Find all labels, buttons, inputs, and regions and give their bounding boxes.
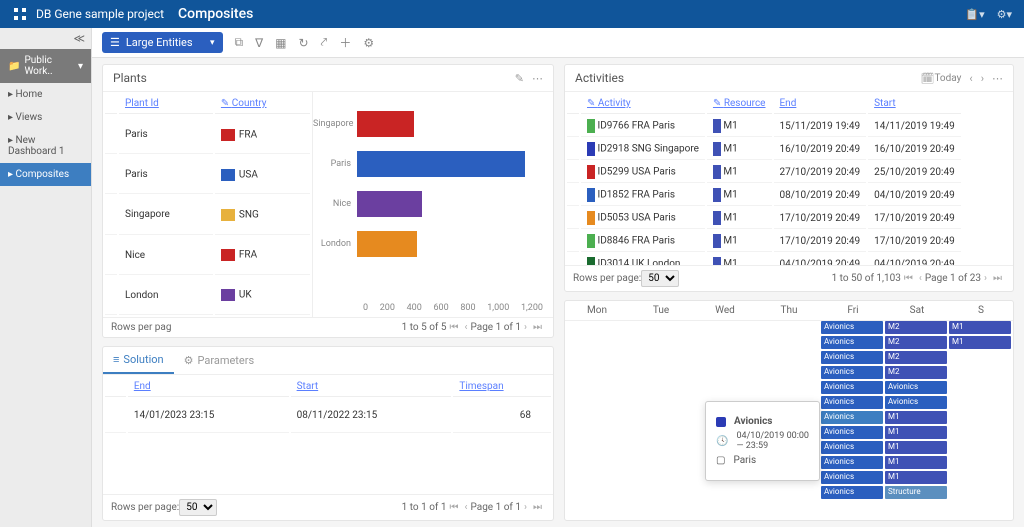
calendar-day-header: S [949, 301, 1013, 320]
calendar-event[interactable]: Avionics [821, 366, 883, 379]
tab-solution[interactable]: ≡ Solution [103, 347, 174, 374]
location-icon: ▢ [716, 455, 725, 466]
calendar-event[interactable]: Avionics [821, 471, 883, 484]
settings-icon[interactable]: ⚙ [363, 36, 374, 50]
calendar-event[interactable]: Avionics [821, 381, 883, 394]
calendar-event[interactable]: M2 [885, 336, 947, 349]
table-row[interactable]: ParisUSA [105, 156, 310, 194]
activities-title: Activities [575, 71, 624, 85]
refresh-icon[interactable]: ↻ [298, 36, 308, 50]
color-swatch-icon [716, 417, 726, 427]
gear-icon[interactable]: ⚙▾ [997, 8, 1012, 21]
event-popup: Avionics 🕓04/10/2019 00:00 — 23:59 ▢Pari… [705, 401, 820, 481]
calendar-event[interactable]: M1 [885, 471, 947, 484]
prev-page-icon[interactable]: ‹ [464, 322, 467, 333]
calendar-event[interactable]: Avionics [821, 351, 883, 364]
calendar-event[interactable]: M2 [885, 366, 947, 379]
add-icon[interactable]: ＋ [339, 34, 351, 51]
plants-title: Plants [113, 71, 147, 85]
calendar-event[interactable]: Avionics [821, 411, 883, 424]
calendar-event[interactable]: M1 [885, 456, 947, 469]
calendar-event[interactable]: M1 [885, 441, 947, 454]
calendar-event[interactable]: Avionics [821, 336, 883, 349]
last-page-icon[interactable]: ⏭ [533, 322, 542, 333]
calendar-day-header: Fri [821, 301, 885, 320]
rows-per-page-select[interactable]: 50 [641, 270, 679, 287]
table-row[interactable]: SingaporeSNG [105, 196, 310, 234]
calendar-event[interactable]: M1 [885, 411, 947, 424]
tab-parameters[interactable]: ⚙ Parameters [174, 347, 265, 374]
sidebar-item-new-dashboard-1[interactable]: ▸ New Dashboard 1 [0, 129, 91, 163]
table-row[interactable]: NiceFRA [105, 237, 310, 275]
calendar-event[interactable]: M1 [885, 426, 947, 439]
project-name: DB Gene sample project [36, 7, 164, 21]
calendar-day-header: Sat [885, 301, 949, 320]
calendar-day-header: Wed [693, 301, 757, 320]
share-icon[interactable]: ⤤ [321, 35, 328, 50]
table-row[interactable]: ID2918 SNG Singapore M116/10/2019 20:491… [567, 139, 961, 160]
calendar-event[interactable]: M1 [949, 336, 1011, 349]
prev-icon[interactable]: ‹ [969, 72, 972, 85]
app-logo-icon [12, 6, 28, 22]
sidebar-item-home[interactable]: ▸ Home [0, 83, 91, 106]
calendar-event[interactable]: Avionics [885, 381, 947, 394]
clock-icon: 🕓 [716, 436, 728, 447]
table-row[interactable]: LondonUK [105, 277, 310, 315]
calendar-event[interactable]: Avionics [821, 396, 883, 409]
calendar-event[interactable]: Avionics [821, 456, 883, 469]
calendar-event[interactable]: Avionics [821, 426, 883, 439]
calendar-event[interactable]: Avionics [821, 321, 883, 334]
table-row[interactable]: ID1852 FRA Paris M108/10/2019 20:4904/10… [567, 185, 961, 206]
calendar-day-header: Thu [757, 301, 821, 320]
entity-dropdown[interactable]: ☰ Large Entities [102, 32, 223, 53]
calendar-event[interactable]: Avionics [885, 396, 947, 409]
table-row[interactable]: ParisFRA [105, 116, 310, 154]
copy-icon[interactable]: ⧉ [235, 35, 244, 50]
table-row[interactable]: ID5053 USA Paris M117/10/2019 20:4917/10… [567, 208, 961, 229]
calendar-event[interactable]: M1 [949, 321, 1011, 334]
table-row[interactable]: ID5299 USA Paris M127/10/2019 20:4925/10… [567, 162, 961, 183]
rows-per-page-label: Rows per pag [111, 322, 171, 333]
more-icon[interactable]: ⋯ [992, 72, 1003, 85]
page-title: Composites [178, 6, 253, 22]
calendar-day-header: Mon [565, 301, 629, 320]
calendar-event[interactable]: M2 [885, 351, 947, 364]
clipboard-icon[interactable]: 📋▾ [965, 8, 984, 21]
rows-per-page-select[interactable]: 50 [179, 499, 217, 516]
first-page-icon[interactable]: ⏮ [449, 322, 458, 333]
table-row[interactable]: ID3014 UK London M104/10/2019 20:4904/10… [567, 254, 961, 265]
collapse-sidebar-icon[interactable]: ≪ [0, 28, 91, 49]
sidebar-item-views[interactable]: ▸ Views [0, 106, 91, 129]
edit-icon[interactable]: ✎ [515, 72, 524, 85]
filter-icon[interactable]: ∇ [255, 36, 263, 50]
next-page-icon[interactable]: › [524, 322, 527, 333]
calendar-day-header: Tue [629, 301, 693, 320]
calendar-event[interactable]: Avionics [821, 486, 883, 499]
calendar-event[interactable]: M2 [885, 321, 947, 334]
calendar-icon[interactable]: 🗓 [920, 72, 934, 85]
calendar-event[interactable]: Structure [885, 486, 947, 499]
table-row[interactable]: ID8846 FRA Paris M117/10/2019 20:4917/10… [567, 231, 961, 252]
grid-icon[interactable]: ▦ [275, 36, 286, 50]
next-icon[interactable]: › [981, 72, 984, 85]
workspace-selector[interactable]: 📁 Public Work.. ▾ [0, 49, 91, 83]
calendar-event[interactable]: Avionics [821, 441, 883, 454]
table-row[interactable]: ID9766 FRA Paris M115/11/2019 19:4914/11… [567, 116, 961, 137]
sidebar-item-composites[interactable]: ▸ Composites [0, 163, 91, 186]
more-icon[interactable]: ⋯ [532, 72, 543, 85]
